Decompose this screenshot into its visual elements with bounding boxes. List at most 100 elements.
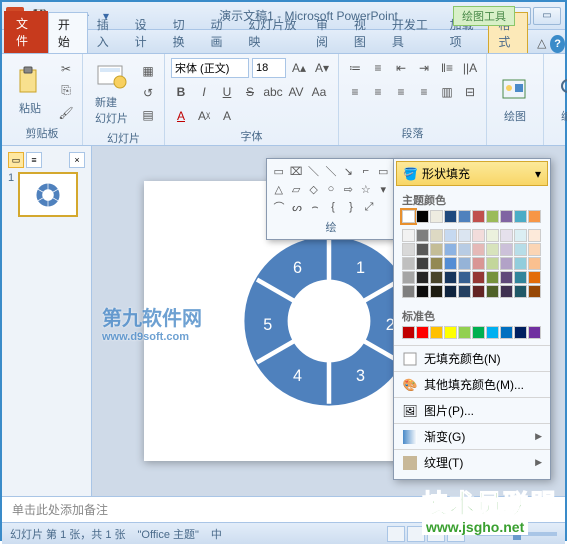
color-swatch[interactable] — [416, 257, 429, 270]
tab-home[interactable]: 开始 — [48, 12, 88, 53]
color-swatch[interactable] — [486, 243, 499, 256]
color-swatch[interactable] — [472, 229, 485, 242]
shape-rect2[interactable]: ▭ — [376, 163, 391, 179]
shape-arrow[interactable]: ↘ — [341, 163, 356, 179]
shape-star[interactable]: ☆ — [358, 181, 373, 197]
color-swatch[interactable] — [472, 271, 485, 284]
shape-circle[interactable]: ○ — [323, 181, 338, 197]
color-swatch[interactable] — [416, 210, 429, 223]
color-swatch[interactable] — [472, 285, 485, 298]
justify-icon[interactable]: ≡ — [414, 82, 434, 102]
normal-view-icon[interactable] — [387, 526, 405, 542]
color-swatch[interactable] — [528, 271, 541, 284]
shape-more[interactable]: ▾ — [376, 181, 391, 197]
strikethrough-button[interactable]: S — [240, 82, 260, 102]
sorter-view-icon[interactable] — [407, 526, 425, 542]
color-swatch[interactable] — [500, 326, 513, 339]
color-swatch[interactable] — [514, 243, 527, 256]
shape-arc[interactable]: ⌢ — [307, 199, 323, 215]
tab-file[interactable]: 文件 — [4, 11, 48, 53]
color-swatch[interactable] — [528, 243, 541, 256]
color-swatch[interactable] — [402, 229, 415, 242]
font-name-select[interactable]: 宋体 (正文) — [171, 58, 249, 78]
color-swatch[interactable] — [486, 257, 499, 270]
color-swatch[interactable] — [486, 210, 499, 223]
reset-icon[interactable]: ↺ — [138, 83, 158, 103]
reading-view-icon[interactable] — [427, 526, 445, 542]
color-swatch[interactable] — [500, 229, 513, 242]
numbering-icon[interactable]: ≡ — [368, 58, 388, 78]
tab-view[interactable]: 视图 — [345, 13, 383, 53]
color-swatch[interactable] — [514, 229, 527, 242]
grow-font-icon[interactable]: A▴ — [289, 58, 309, 78]
bold-button[interactable]: B — [171, 82, 191, 102]
color-swatch[interactable] — [430, 285, 443, 298]
color-swatch[interactable] — [402, 271, 415, 284]
color-swatch[interactable] — [514, 257, 527, 270]
color-swatch[interactable] — [528, 285, 541, 298]
color-swatch[interactable] — [458, 326, 471, 339]
color-swatch[interactable] — [514, 326, 527, 339]
picture-fill-item[interactable]: 🖼 图片(P)... — [394, 397, 550, 423]
align-center-icon[interactable]: ≡ — [368, 82, 388, 102]
color-swatch[interactable] — [458, 257, 471, 270]
color-swatch[interactable] — [472, 257, 485, 270]
color-swatch[interactable] — [444, 285, 457, 298]
color-swatch[interactable] — [402, 243, 415, 256]
color-swatch[interactable] — [514, 271, 527, 284]
color-swatch[interactable] — [402, 285, 415, 298]
align-right-icon[interactable]: ≡ — [391, 82, 411, 102]
color-swatch[interactable] — [430, 257, 443, 270]
help-icon[interactable]: ? — [550, 35, 565, 53]
color-swatch[interactable] — [458, 271, 471, 284]
zoom-slider[interactable] — [477, 532, 557, 536]
color-swatch[interactable] — [486, 229, 499, 242]
texture-fill-item[interactable]: 纹理(T) ▶ — [394, 449, 550, 475]
clear-format-icon[interactable]: Aᵡ — [194, 106, 214, 126]
color-swatch[interactable] — [514, 210, 527, 223]
color-swatch[interactable] — [458, 285, 471, 298]
thumb-tab-slides[interactable]: ▭ — [8, 152, 24, 168]
thumb-tab-outline[interactable]: ≡ — [26, 152, 42, 168]
color-swatch[interactable] — [500, 271, 513, 284]
shadow-button[interactable]: abc — [263, 82, 283, 102]
shape-diamond[interactable]: ◇ — [306, 181, 321, 197]
text-direction-icon[interactable]: ||A — [460, 58, 480, 78]
color-swatch[interactable] — [458, 229, 471, 242]
shape-fill-button[interactable]: 🪣 形状填充 ▾ — [396, 161, 548, 186]
color-swatch[interactable] — [444, 271, 457, 284]
editing-button[interactable]: 编辑 — [550, 72, 567, 126]
donut-smartart[interactable]: 1 2 3 4 5 6 — [239, 231, 419, 411]
thumbnail-1[interactable]: 1 — [8, 172, 85, 217]
drawing-button[interactable]: 绘图 — [493, 72, 537, 126]
bullets-icon[interactable]: ≔ — [345, 58, 365, 78]
color-swatch[interactable] — [528, 257, 541, 270]
tab-slideshow[interactable]: 幻灯片放映 — [239, 13, 307, 53]
tab-transitions[interactable]: 切换 — [164, 13, 202, 53]
color-swatch[interactable] — [402, 257, 415, 270]
color-swatch[interactable] — [444, 229, 457, 242]
underline-button[interactable]: U — [217, 82, 237, 102]
shape-brace-l[interactable]: { — [325, 199, 341, 215]
color-swatch[interactable] — [430, 243, 443, 256]
color-swatch[interactable] — [430, 210, 443, 223]
shape-textbox[interactable]: ⌧ — [288, 163, 303, 179]
more-colors-item[interactable]: 🎨 其他填充颜色(M)... — [394, 371, 550, 397]
font-color-icon[interactable]: A — [171, 106, 191, 126]
columns-icon[interactable]: ▥ — [437, 82, 457, 102]
shape-rect[interactable]: ▭ — [271, 163, 286, 179]
color-swatch[interactable] — [416, 285, 429, 298]
section-icon[interactable]: ▤ — [138, 105, 158, 125]
thumb-close-icon[interactable]: × — [69, 152, 85, 168]
color-swatch[interactable] — [416, 326, 429, 339]
color-swatch[interactable] — [402, 326, 415, 339]
no-fill-item[interactable]: 无填充颜色(N) — [394, 345, 550, 371]
shape-connector[interactable]: ⌐ — [358, 163, 373, 179]
color-swatch[interactable] — [458, 210, 471, 223]
language-indicator[interactable]: 中 — [211, 526, 222, 542]
color-swatch[interactable] — [444, 210, 457, 223]
shape-expand[interactable]: ⤢ — [361, 199, 377, 215]
new-slide-button[interactable]: 新建 幻灯片 — [89, 58, 134, 128]
tab-animations[interactable]: 动画 — [201, 13, 239, 53]
notes-pane[interactable]: 单击此处添加备注 — [2, 496, 565, 522]
